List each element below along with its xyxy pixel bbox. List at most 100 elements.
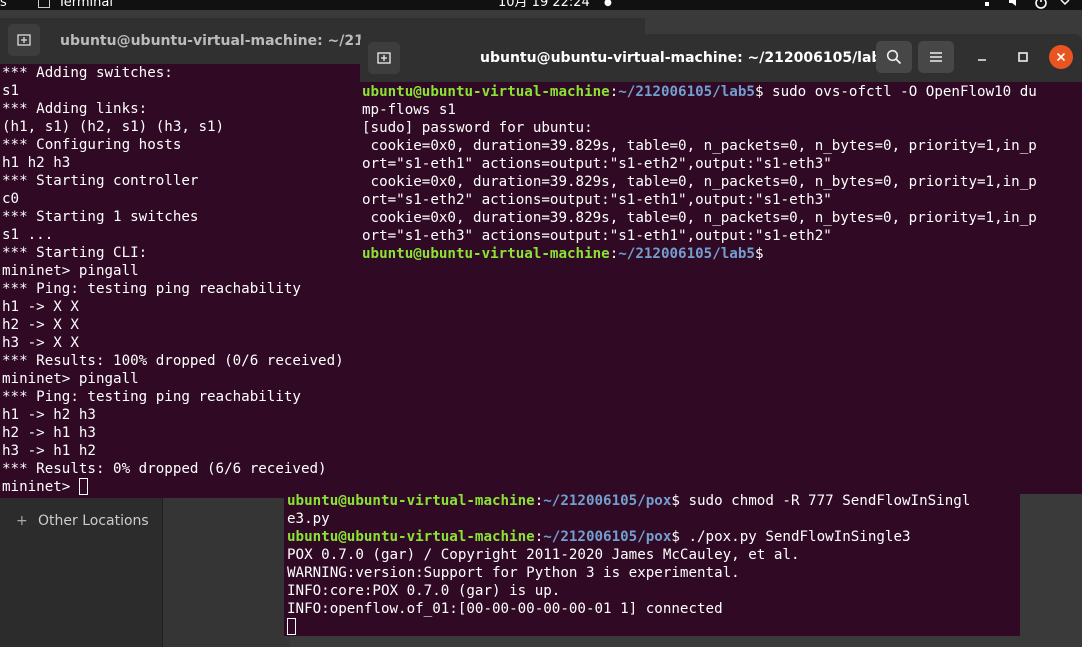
text-cursor — [78, 478, 88, 495]
output-line: s1 — [2, 83, 20, 99]
activities-button[interactable]: s — [0, 0, 7, 10]
app-name: Terminal — [58, 0, 113, 10]
output-line: [sudo] password for ubuntu: — [362, 120, 593, 136]
terminal-headerbar: ubuntu@ubuntu-virtual-machine: ~/2120061… — [360, 34, 1082, 82]
output-line: h2 -> h1 h3 — [2, 425, 96, 441]
search-button[interactable] — [876, 41, 912, 73]
output-lines: *** Adding switches: s1 *** Adding links: (… — [2, 64, 344, 478]
output-line: h1 -> h2 h3 — [2, 407, 96, 423]
window-title: ubuntu@ubuntu-virtual-machine: ~/212006 — [60, 33, 403, 49]
hamburger-menu-icon — [930, 52, 942, 62]
output-line: cookie=0x0, duration=39.829s, table=0, n… — [362, 210, 1037, 226]
prompt-user: ubuntu@ubuntu-virtual-machine — [362, 84, 610, 100]
output-line: mininet> pingall — [2, 263, 139, 279]
minimize-icon — [978, 59, 986, 61]
output-line: ort="s1-eth3" actions=output:"s1-eth1",o… — [362, 228, 832, 244]
command-line: ubuntu@ubuntu-virtual-machine:~/21200610… — [287, 492, 970, 510]
prompt-text: mininet> — [2, 479, 79, 495]
output-line: POX 0.7.0 (gar) / Copyright 2011-2020 Ja… — [287, 547, 800, 563]
output-line: h1 -> X X — [2, 299, 79, 315]
output-line: *** Starting CLI: — [2, 245, 148, 261]
command-wrap: e3.py — [287, 511, 330, 527]
output-line: h2 -> X X — [2, 317, 79, 333]
volume-icon[interactable] — [1008, 0, 1022, 10]
output-line: (h1, s1) (h2, s1) (h3, s1) — [2, 119, 225, 135]
output-line: *** Configuring hosts — [2, 137, 182, 153]
command-text: sudo chmod -R 777 SendFlowInSingl — [679, 493, 971, 509]
desktop: s Terminal 10月 19 22:24 ● + Other Locatio… — [0, 0, 1082, 647]
command-wrap: mp-flows s1 — [362, 102, 456, 118]
prompt-end: $ — [671, 493, 680, 509]
command-line: ubuntu@ubuntu-virtual-machine:~/21200610… — [362, 83, 1037, 101]
output-line: *** Ping: testing ping reachability — [2, 281, 301, 297]
output-line: *** Results: 0% dropped (6/6 received) — [2, 461, 327, 477]
sidebar-item-other-locations[interactable]: + Other Locations — [16, 513, 149, 529]
command-text: ./pox.py SendFlowInSingle3 — [679, 529, 911, 545]
output-line: cookie=0x0, duration=39.829s, table=0, n… — [362, 138, 1037, 154]
prompt-sep: : — [534, 529, 544, 545]
system-menu-caret-icon[interactable] — [1060, 0, 1070, 10]
app-menu[interactable]: Terminal — [38, 0, 113, 10]
output-lines: [sudo] password for ubuntu: cookie=0x0, … — [362, 119, 1037, 245]
terminal-output[interactable]: ubuntu@ubuntu-virtual-machine:~/21200610… — [362, 83, 1037, 263]
new-tab-button[interactable] — [8, 24, 40, 56]
plus-icon: + — [16, 513, 28, 529]
prompt-path: ~/212006105/lab5 — [618, 246, 755, 262]
close-button[interactable] — [1049, 45, 1073, 69]
command-text: sudo ovs-ofctl -O OpenFlow10 du — [763, 84, 1037, 100]
output-line: *** Adding switches: — [2, 65, 173, 81]
output-line: *** Results: 100% dropped (0/6 received) — [2, 353, 344, 369]
command-line: ubuntu@ubuntu-virtual-machine:~/21200610… — [287, 528, 970, 546]
window-title: ubuntu@ubuntu-virtual-machine: ~/2120061… — [480, 50, 892, 66]
search-icon — [886, 49, 902, 65]
output-line: s1 ... — [2, 227, 54, 243]
output-lines: POX 0.7.0 (gar) / Copyright 2011-2020 Ja… — [287, 546, 970, 618]
power-icon[interactable] — [1034, 0, 1048, 10]
minimize-button[interactable] — [970, 45, 994, 69]
prompt-path: ~/212006105/pox — [543, 493, 672, 509]
text-cursor — [287, 618, 296, 635]
new-tab-icon — [377, 52, 391, 64]
terminal-output[interactable]: ubuntu@ubuntu-virtual-machine:~/21200610… — [287, 492, 970, 636]
prompt-user: ubuntu@ubuntu-virtual-machine — [362, 246, 610, 262]
clock[interactable]: 10月 19 22:24 — [498, 0, 590, 10]
output-line: ort="s1-eth1" actions=output:"s1-eth2",o… — [362, 156, 832, 172]
prompt-line: ubuntu@ubuntu-virtual-machine:~/21200610… — [362, 245, 1037, 263]
close-icon — [1056, 52, 1066, 62]
maximize-button[interactable] — [1011, 45, 1035, 69]
output-line: *** Adding links: — [2, 101, 148, 117]
terminal-window-lab5[interactable]: ubuntu@ubuntu-virtual-machine: ~/2120061… — [360, 34, 1082, 494]
menu-button[interactable] — [918, 41, 954, 73]
output-line: ort="s1-eth2" actions=output:"s1-eth1",o… — [362, 192, 832, 208]
output-line: INFO:openflow.of_01:[00-00-00-00-00-01 1… — [287, 601, 723, 617]
cursor-line — [287, 618, 970, 636]
output-line: mininet> pingall — [2, 371, 139, 387]
terminal-output[interactable]: *** Adding switches: s1 *** Adding links: (… — [2, 64, 344, 496]
output-line: INFO:core:POX 0.7.0 (gar) is up. — [287, 583, 561, 599]
output-line: WARNING:version:Support for Python 3 is … — [287, 565, 740, 581]
files-window: + Other Locations — [0, 497, 290, 647]
output-line: c0 — [2, 191, 20, 207]
new-tab-button[interactable] — [368, 42, 400, 74]
prompt-end: $ — [671, 529, 680, 545]
output-line: cookie=0x0, duration=39.829s, table=0, n… — [362, 174, 1037, 190]
prompt-user: ubuntu@ubuntu-virtual-machine — [287, 529, 535, 545]
network-icon[interactable] — [980, 0, 994, 10]
prompt-sep: : — [534, 493, 544, 509]
prompt-user: ubuntu@ubuntu-virtual-machine — [287, 493, 535, 509]
maximize-icon — [1018, 52, 1028, 62]
prompt-path: ~/212006105/pox — [543, 529, 672, 545]
output-line: h1 h2 h3 — [2, 155, 71, 171]
output-line: *** Ping: testing ping reachability — [2, 389, 301, 405]
output-line: *** Starting controller — [2, 173, 199, 189]
terminal-window-pox[interactable]: ubuntu@ubuntu-virtual-machine:~/21200610… — [284, 480, 1020, 636]
prompt-sep: : — [609, 84, 619, 100]
files-content-pane — [163, 497, 290, 647]
output-line: h3 -> h1 h2 — [2, 443, 96, 459]
terminal-app-icon — [38, 0, 50, 8]
prompt-sep: : — [609, 246, 619, 262]
output-line: *** Starting 1 switches — [2, 209, 199, 225]
prompt-path: ~/212006105/lab5 — [618, 84, 755, 100]
top-bar: s Terminal 10月 19 22:24 ● — [0, 0, 1082, 10]
sidebar-item-label: Other Locations — [38, 513, 149, 529]
